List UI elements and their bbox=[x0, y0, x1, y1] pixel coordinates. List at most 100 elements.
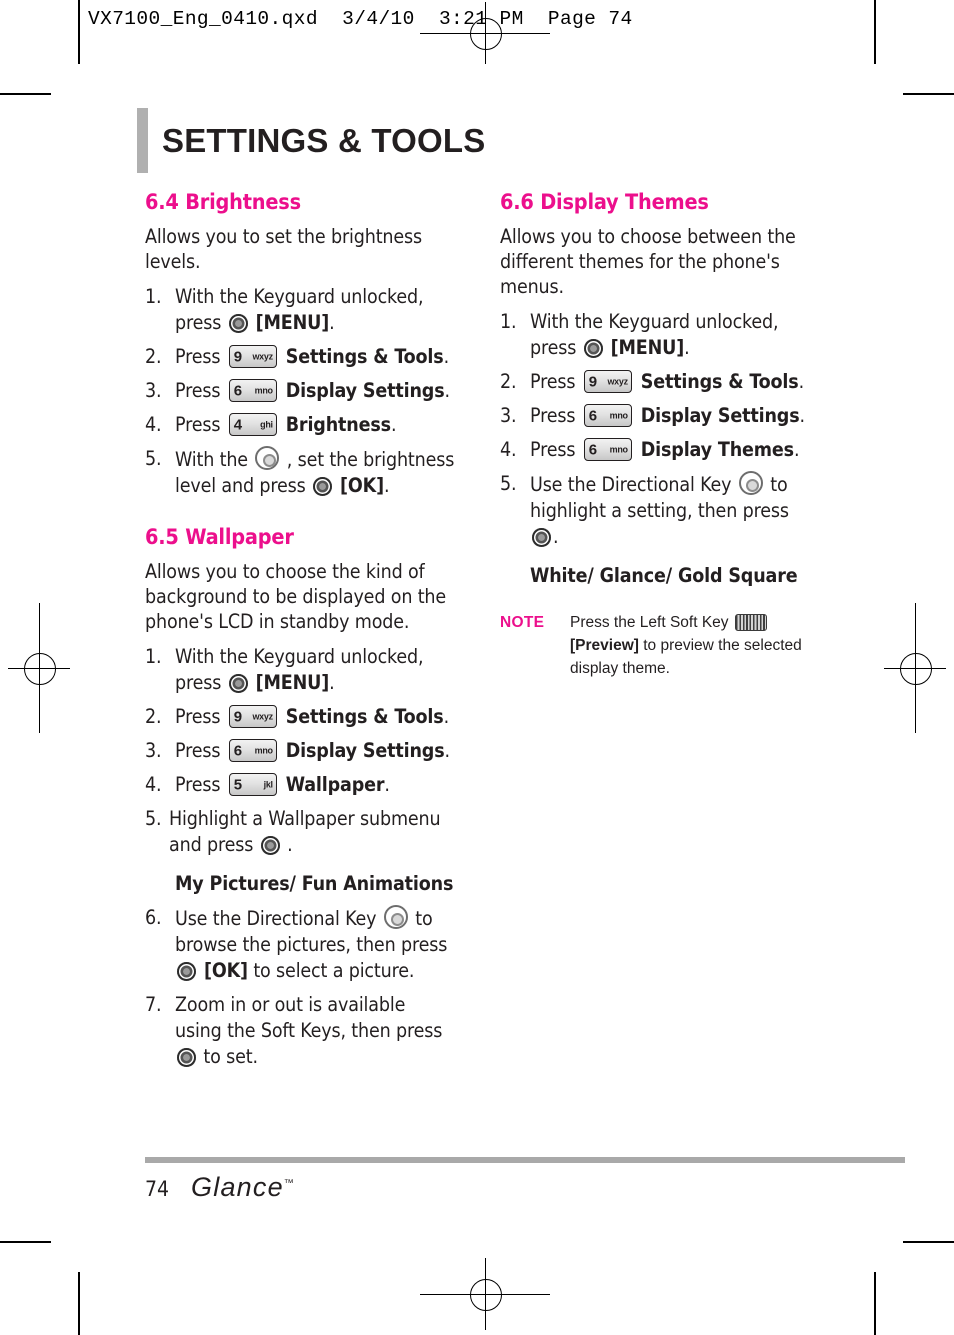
phone-key-9-icon: 9 wxyz bbox=[583, 370, 632, 393]
emphasized-menu-name: Settings & Tools bbox=[279, 705, 444, 728]
step-item: 2. Press 9 wxyz Settings & Tools. bbox=[145, 344, 455, 370]
step-number: 2. bbox=[145, 705, 162, 728]
phone-key-digit: 6 bbox=[588, 407, 597, 424]
step-text: Highlight a Wallpaper submenu and press … bbox=[169, 807, 441, 856]
footer-divider bbox=[145, 1157, 905, 1163]
emphasized-menu-name: [Preview] bbox=[570, 637, 639, 654]
emphasized-menu-name: Brightness bbox=[279, 413, 391, 436]
step-item: 1. With the Keyguard unlocked, press [MEN… bbox=[145, 284, 455, 336]
phone-key-digit: 4 bbox=[233, 416, 242, 433]
emphasized-menu-name: Display Settings bbox=[634, 404, 800, 427]
right-column: 6.6 Display Themes Allows you to choose … bbox=[500, 190, 810, 680]
page-number: 74 bbox=[145, 1177, 170, 1201]
emphasized-menu-name: Settings & Tools bbox=[279, 345, 444, 368]
emphasized-menu-name: Display Themes bbox=[634, 438, 794, 461]
step-item: 5. Use the Directional Key to highlight a… bbox=[500, 471, 810, 550]
subheading-my-pictures-fun-animations: My Pictures/ Fun Animations bbox=[175, 872, 454, 895]
steps-list-wallpaper-continued: 6. Use the Directional Key to browse the … bbox=[145, 905, 455, 1070]
directional-key-icon bbox=[383, 905, 408, 929]
step-text: With the Keyguard unlocked, press [MENU]… bbox=[175, 645, 424, 694]
step-text: Press 6 mno Display Themes. bbox=[530, 438, 800, 461]
step-text: With the Keyguard unlocked, press [MENU]… bbox=[530, 310, 779, 359]
directional-key-icon bbox=[255, 446, 280, 470]
step-text: Press 6 mno Display Settings. bbox=[175, 739, 450, 762]
step-item: 4. Press 6 mno Display Themes. bbox=[500, 437, 810, 463]
emphasized-menu-name: [OK] bbox=[334, 474, 384, 497]
steps-list-display-themes: 1. With the Keyguard unlocked, press [MEN… bbox=[500, 309, 810, 550]
step-number: 5. bbox=[500, 472, 517, 495]
step-item: 3. Press 6 mno Display Settings. bbox=[500, 403, 810, 429]
page-title: SETTINGS & TOOLS bbox=[162, 121, 486, 159]
note-block: NOTE Press the Left Soft Key [Preview] t… bbox=[500, 611, 810, 680]
emphasized-menu-name: [OK] bbox=[198, 959, 248, 982]
subheading-theme-options: White/ Glance/ Gold Square bbox=[530, 564, 798, 587]
phone-key-digit: 6 bbox=[233, 382, 242, 399]
phone-key-5-icon: 5 jkl bbox=[228, 773, 277, 796]
step-text: With the , set the brightness level and … bbox=[175, 446, 455, 497]
page-footer: 74 Glance™ bbox=[145, 1172, 294, 1203]
step-number: 3. bbox=[145, 379, 162, 402]
steps-list-brightness: 1. With the Keyguard unlocked, press [MEN… bbox=[145, 284, 455, 499]
brand-name: Glance bbox=[191, 1172, 284, 1202]
phone-key-letters: mno bbox=[254, 745, 273, 755]
phone-key-digit: 9 bbox=[233, 708, 242, 725]
phone-key-4-icon: 4 ghi bbox=[228, 413, 277, 436]
ok-round-key-icon bbox=[177, 962, 196, 981]
emphasized-menu-name: Display Settings bbox=[279, 739, 445, 762]
section-intro-wallpaper: Allows you to choose the kind of backgro… bbox=[145, 560, 447, 633]
step-number: 2. bbox=[500, 370, 517, 393]
phone-key-9-icon: 9 wxyz bbox=[228, 705, 277, 728]
ok-round-key-icon bbox=[228, 674, 248, 693]
phone-key-letters: jkl bbox=[263, 779, 273, 789]
phone-key-6-icon: 6 mno bbox=[228, 379, 277, 402]
emphasized-menu-name: Display Settings bbox=[279, 379, 445, 402]
ok-round-key-icon bbox=[532, 528, 551, 547]
phone-key-letters: mno bbox=[609, 410, 628, 420]
emphasized-menu-name: Settings & Tools bbox=[634, 370, 799, 393]
step-item: 6. Use the Directional Key to browse the … bbox=[145, 905, 455, 984]
phone-key-digit: 5 bbox=[233, 776, 242, 793]
phone-key-letters: mno bbox=[609, 444, 628, 454]
section-heading-brightness: 6.4 Brightness bbox=[145, 190, 301, 215]
ok-round-key-icon bbox=[583, 339, 603, 358]
section-intro-brightness: Allows you to set the brightness levels. bbox=[145, 225, 423, 273]
trademark-symbol: ™ bbox=[283, 1178, 294, 1189]
step-item: 5. With the , set the brightness level an… bbox=[145, 446, 455, 499]
step-text: Use the Directional Key to highlight a s… bbox=[530, 471, 789, 548]
phone-key-digit: 6 bbox=[233, 742, 242, 759]
emphasized-menu-name: [MENU] bbox=[249, 671, 330, 694]
section-heading-wallpaper: 6.5 Wallpaper bbox=[145, 525, 294, 550]
phone-key-letters: mno bbox=[254, 385, 273, 395]
step-number: 3. bbox=[500, 404, 517, 427]
steps-list-wallpaper: 1. With the Keyguard unlocked, press [MEN… bbox=[145, 644, 455, 858]
phone-key-9-icon: 9 wxyz bbox=[228, 345, 277, 368]
title-accent-bar bbox=[137, 108, 148, 173]
ok-round-key-icon bbox=[228, 314, 248, 333]
phone-key-letters: wxyz bbox=[607, 376, 628, 386]
ok-round-key-icon bbox=[313, 477, 333, 496]
phone-key-digit: 6 bbox=[588, 441, 597, 458]
manual-page: SETTINGS & TOOLS 6.4 Brightness Allows y… bbox=[0, 0, 954, 1335]
step-number: 2. bbox=[145, 345, 162, 368]
left-soft-key-icon bbox=[734, 614, 767, 631]
step-number: 7. bbox=[145, 993, 162, 1016]
step-text: Zoom in or out is available using the So… bbox=[175, 993, 443, 1068]
emphasized-menu-name: [MENU] bbox=[249, 311, 330, 334]
step-text: Use the Directional Key to browse the pi… bbox=[175, 905, 448, 982]
left-column: 6.4 Brightness Allows you to set the bri… bbox=[145, 190, 455, 1078]
step-number: 5. bbox=[145, 807, 162, 830]
step-number: 4. bbox=[145, 413, 162, 436]
note-label: NOTE bbox=[500, 614, 545, 631]
phone-key-letters: ghi bbox=[260, 419, 273, 429]
step-text: With the Keyguard unlocked, press [MENU]… bbox=[175, 285, 424, 334]
emphasized-menu-name: [MENU] bbox=[604, 336, 685, 359]
step-item: 7. Zoom in or out is available using the … bbox=[145, 992, 455, 1070]
section-intro-display-themes: Allows you to choose between the differe… bbox=[500, 225, 796, 298]
step-item: 3. Press 6 mno Display Settings. bbox=[145, 378, 455, 404]
step-number: 1. bbox=[145, 645, 162, 668]
step-number: 1. bbox=[500, 310, 517, 333]
step-text: Press 6 mno Display Settings. bbox=[530, 404, 805, 427]
step-text: Press 6 mno Display Settings. bbox=[175, 379, 450, 402]
phone-key-letters: wxyz bbox=[252, 711, 273, 721]
step-number: 4. bbox=[145, 773, 162, 796]
